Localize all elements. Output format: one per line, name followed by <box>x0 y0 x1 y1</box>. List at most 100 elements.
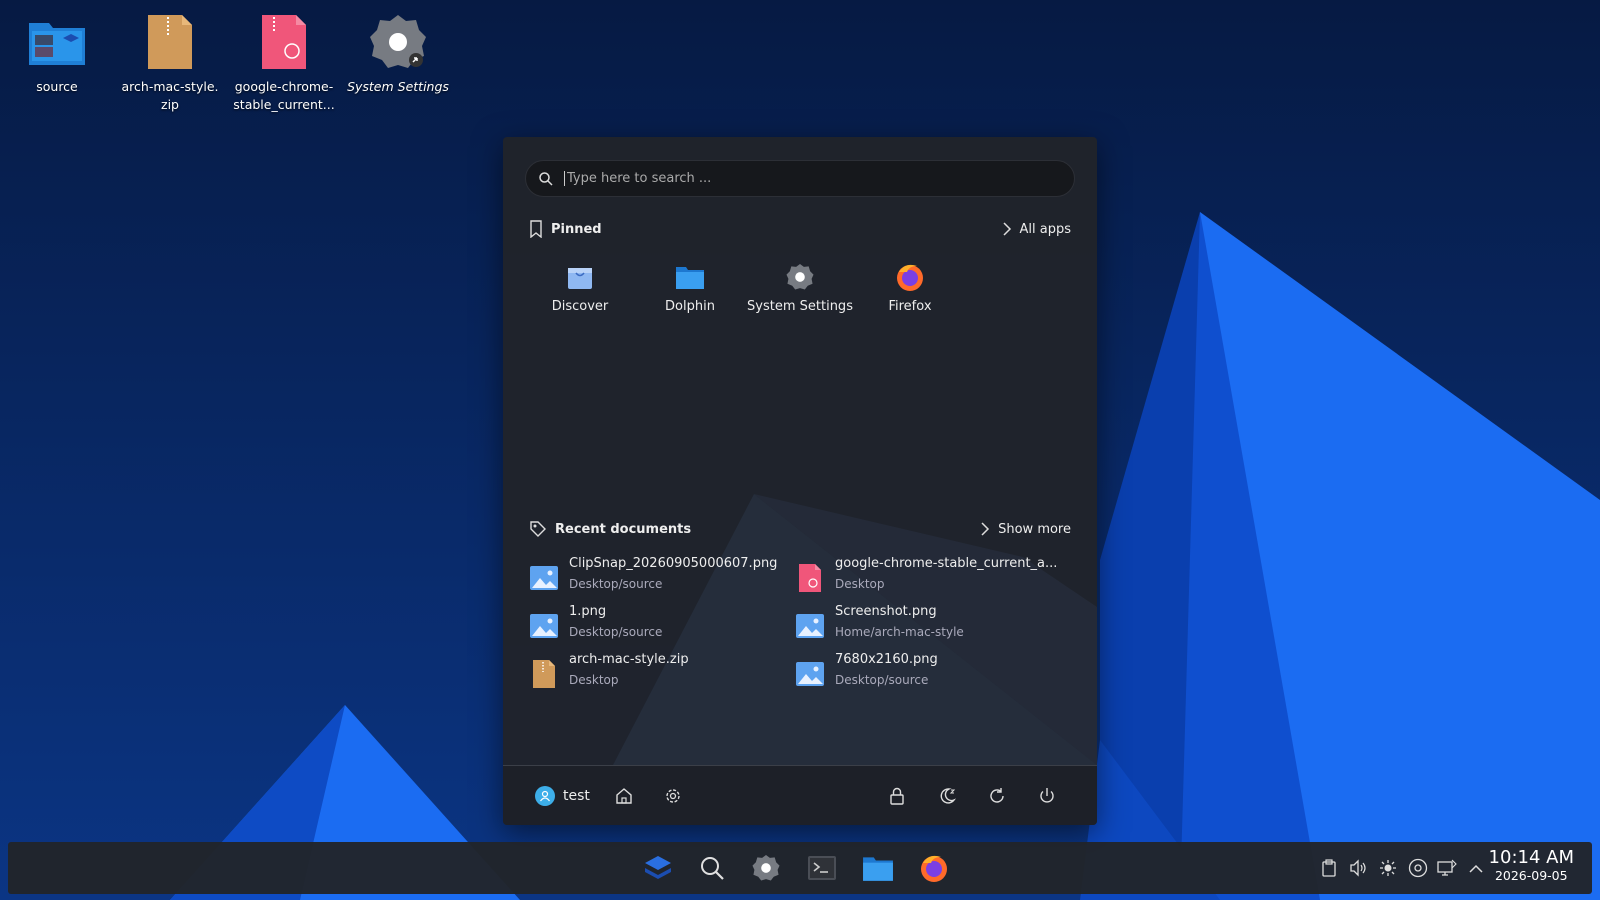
document-path: Desktop/source <box>835 673 929 687</box>
lock-screen-button[interactable] <box>886 785 908 807</box>
tag-icon <box>530 521 546 537</box>
settings-button[interactable] <box>662 785 684 807</box>
taskbar-system-settings[interactable] <box>748 850 784 886</box>
search-input[interactable] <box>564 171 1034 186</box>
clock-date: 2026-09-05 <box>1494 868 1568 883</box>
image-icon <box>530 566 558 590</box>
gear-icon <box>784 261 816 293</box>
lock-icon <box>890 787 904 805</box>
document-name: 1.png <box>569 604 607 619</box>
folder-icon <box>674 261 706 293</box>
app-launcher-icon <box>645 856 671 879</box>
desktop-icon-system-settings[interactable]: System Settings <box>343 10 453 96</box>
show-more-label: Show more <box>998 521 1071 537</box>
brightness-icon <box>1380 860 1396 876</box>
chevron-right-icon <box>981 522 990 536</box>
all-apps-button[interactable]: All apps <box>1002 221 1072 237</box>
all-apps-label: All apps <box>1019 221 1072 237</box>
document-path: Desktop/source <box>569 625 663 639</box>
tray-clipboard[interactable] <box>1319 858 1339 878</box>
document-name: 7680x2160.png <box>835 652 938 667</box>
chevron-right-icon <box>1002 222 1011 236</box>
firefox-icon <box>894 261 926 293</box>
sleep-button[interactable] <box>936 785 958 807</box>
search-icon <box>539 171 553 186</box>
speaker-icon <box>1350 859 1366 877</box>
document-name: Screenshot.png <box>835 604 937 619</box>
discover-icon <box>564 261 596 293</box>
pinned-app-dolphin[interactable]: Dolphin <box>635 261 745 314</box>
pinned-app-system-settings[interactable]: System Settings <box>745 261 855 314</box>
taskbar-launcher-button[interactable] <box>640 850 676 886</box>
tray-expand[interactable] <box>1466 858 1486 878</box>
document-path: Desktop/source <box>569 577 663 591</box>
taskbar-terminal[interactable] <box>804 850 840 886</box>
digital-clock[interactable]: 10:14 AM 2026-09-05 <box>1489 848 1574 884</box>
document-path: Desktop <box>835 577 885 591</box>
pinned-app-discover[interactable]: Discover <box>525 261 635 314</box>
desktop-icon-source[interactable]: source <box>2 10 112 96</box>
list-item[interactable]: google-chrome-stable_current_a... Desktop <box>795 555 1061 600</box>
document-path: Desktop <box>569 673 619 687</box>
taskbar-search-button[interactable] <box>694 850 730 886</box>
list-item[interactable]: 7680x2160.png Desktop/source <box>795 651 1061 696</box>
list-item[interactable]: 1.png Desktop/source <box>529 603 795 648</box>
gear-icon <box>752 854 780 881</box>
chevron-up-icon <box>1469 864 1483 873</box>
application-launcher-menu: Pinned All apps Discover Dolphin System … <box>503 137 1097 825</box>
image-icon <box>796 614 824 638</box>
home-icon <box>616 788 632 804</box>
user-name: test <box>563 788 590 804</box>
pinned-apps-grid: Discover Dolphin System Settings Firefox <box>525 261 965 314</box>
pinned-app-label: Dolphin <box>665 299 715 314</box>
search-field[interactable] <box>525 160 1075 197</box>
folder-icon <box>25 10 89 74</box>
desktop-icon-google-chrome-deb[interactable]: google-chrome- stable_current... <box>229 10 339 114</box>
document-name: ClipSnap_20260905000607.png <box>569 556 778 571</box>
pinned-title: Pinned <box>551 221 602 237</box>
shutdown-button[interactable] <box>1036 785 1058 807</box>
recent-documents-title: Recent documents <box>555 521 692 537</box>
desktop-icon-label: google-chrome- stable_current... <box>233 79 335 112</box>
package-icon <box>252 10 316 74</box>
tray-network[interactable] <box>1437 858 1457 878</box>
terminal-icon <box>808 856 836 880</box>
gear-icon <box>666 789 680 803</box>
image-icon <box>530 614 558 638</box>
moon-icon <box>940 788 956 804</box>
firefox-icon <box>921 855 947 882</box>
archive-icon <box>533 660 555 688</box>
recent-documents-header: Recent documents <box>529 520 691 538</box>
list-item[interactable]: ClipSnap_20260905000607.png Desktop/sourc… <box>529 555 795 600</box>
disk-icon <box>1408 858 1428 878</box>
tray-brightness[interactable] <box>1378 858 1398 878</box>
gear-icon <box>366 10 430 74</box>
search-icon <box>701 857 724 880</box>
desktop-icon-label: System Settings <box>347 79 449 94</box>
pinned-app-firefox[interactable]: Firefox <box>855 261 965 314</box>
list-item[interactable]: Screenshot.png Home/arch-mac-style <box>795 603 1061 648</box>
taskbar-dolphin[interactable] <box>860 850 896 886</box>
recent-documents-list: ClipSnap_20260905000607.png Desktop/sourc… <box>529 555 1074 696</box>
tray-disk[interactable] <box>1408 858 1428 878</box>
pinned-app-label: System Settings <box>747 299 853 314</box>
home-button[interactable] <box>613 785 635 807</box>
menu-footer: test <box>503 765 1097 825</box>
desktop-icon-label: arch-mac-style. zip <box>121 79 219 112</box>
network-icon <box>1437 859 1457 876</box>
desktop-icon-arch-mac-style-zip[interactable]: arch-mac-style. zip <box>115 10 225 114</box>
image-icon <box>796 662 824 686</box>
tray-volume[interactable] <box>1348 858 1368 878</box>
list-item[interactable]: arch-mac-style.zip Desktop <box>529 651 795 696</box>
restart-button[interactable] <box>986 785 1008 807</box>
clock-time: 10:14 AM <box>1488 847 1574 868</box>
package-icon <box>799 564 821 592</box>
user-button[interactable]: test <box>535 786 590 806</box>
show-more-button[interactable]: Show more <box>980 521 1071 537</box>
taskbar: 10:14 AM 2026-09-05 <box>8 842 1592 894</box>
bookmark-icon <box>530 220 542 238</box>
document-name: google-chrome-stable_current_a... <box>835 556 1058 571</box>
document-path: Home/arch-mac-style <box>835 625 964 639</box>
taskbar-firefox[interactable] <box>916 850 952 886</box>
pinned-header: Pinned <box>529 220 602 238</box>
